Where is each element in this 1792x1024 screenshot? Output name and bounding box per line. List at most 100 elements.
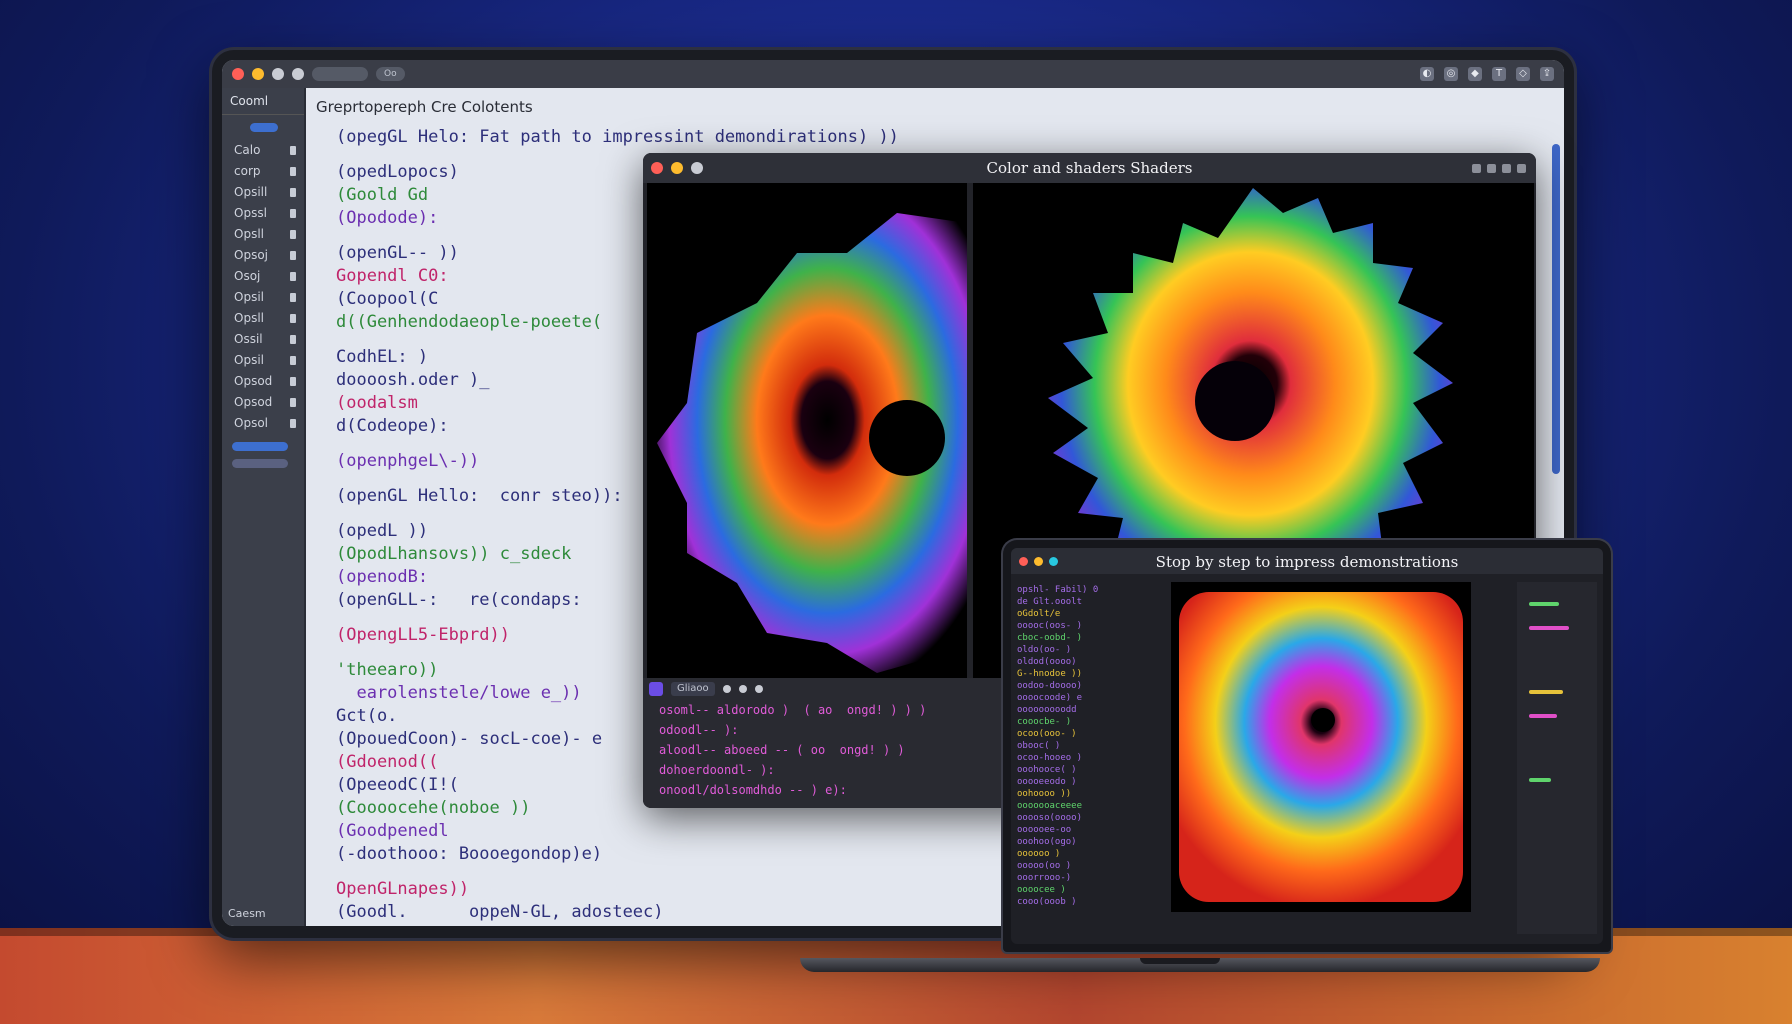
text-icon[interactable]: T (1492, 67, 1506, 81)
tab-chip-2[interactable]: Oo (376, 67, 405, 81)
laptop-code-line: oooocoode) e (1017, 693, 1083, 703)
sidebar-header: Cooml (222, 88, 304, 115)
fractal-hole-left (869, 400, 945, 476)
sidebar-item[interactable]: Opsol (222, 413, 304, 434)
terminal-tab[interactable]: Gliaoo (671, 682, 715, 696)
code-line: OpenGLnapes)) (336, 879, 470, 899)
tag-icon[interactable]: ◆ (1468, 67, 1482, 81)
laptop-code-line: ooohooce( ) (1017, 765, 1077, 775)
sidebar-item[interactable]: corp (222, 161, 304, 182)
shader-window-title: Color and shaders Shaders (986, 159, 1193, 177)
terminal-icon[interactable] (649, 682, 663, 696)
laptop-sidebar-line (1529, 626, 1569, 630)
file-sidebar: Cooml Calo corp Opsill Opssl Opsll Opsoj Osoj O… (222, 88, 306, 926)
sidebar-item[interactable]: Opsod (222, 371, 304, 392)
sidebar-item-marker (290, 167, 296, 176)
sidebar-search-pill[interactable] (250, 123, 278, 132)
editor-scrollbar[interactable] (1552, 144, 1560, 474)
shader-window-titlebar: Color and shaders Shaders (643, 153, 1536, 183)
sidebar-item[interactable]: Ossil (222, 329, 304, 350)
laptop: Stop by step to impress demonstrations o… (1003, 540, 1611, 952)
terminal-option-icon[interactable] (722, 685, 731, 693)
laptop-code-line: oooocee ) (1017, 885, 1066, 895)
laptop-code-line: oodoo-doooo) (1017, 681, 1083, 691)
laptop-code-line: ocoo(ooo- ) (1017, 729, 1077, 739)
maximize-icon[interactable] (272, 68, 284, 80)
close-icon[interactable] (232, 68, 244, 80)
sidebar-progress-pill[interactable] (232, 442, 288, 451)
sidebar-item-marker (290, 146, 296, 155)
laptop-code-line: ooohoo(ogo) (1017, 837, 1077, 847)
laptop-code-line: oldo(oo- ) (1017, 645, 1072, 655)
laptop-code-line: ooooso(oooo) (1017, 813, 1083, 823)
fractal-hole-right (1195, 361, 1275, 441)
sidebar-item[interactable]: Opsll (222, 224, 304, 245)
laptop-code[interactable]: opshl- Fabil) 0 de Glt.ooolt oGdolt/e ooooc… (1017, 584, 1167, 908)
sidebar-item-marker (290, 293, 296, 302)
laptop-sidebar-line (1529, 714, 1557, 718)
laptop-code-line: cooo(ooob ) (1017, 897, 1077, 907)
laptop-code-line: ooooooooodd (1017, 705, 1077, 715)
fractal-render-laptop (1179, 592, 1463, 902)
sidebar-item[interactable]: Osoj (222, 266, 304, 287)
laptop-notch (1140, 958, 1220, 964)
laptop-code-line: obooc( ) (1017, 741, 1061, 751)
laptop-code-line: ooooc(oos- ) (1017, 621, 1083, 631)
laptop-sidebar-line (1529, 778, 1551, 782)
share-icon[interactable]: ⇪ (1540, 67, 1554, 81)
code-line: (Goodpenedl (336, 821, 449, 841)
laptop-titlebar: Stop by step to impress demonstrations (1011, 548, 1603, 574)
sidebar-item-marker (290, 251, 296, 260)
sidebar-item[interactable]: Opsil (222, 287, 304, 308)
laptop-code-line: ooooooaceeee (1017, 801, 1083, 811)
window-titlebar: Oo ◐ ◎ ◆ T ◇ ⇪ (222, 60, 1564, 88)
laptop-code-line: oldod(oooo) (1017, 657, 1077, 667)
sidebar-scroll-pill[interactable] (232, 459, 288, 468)
laptop-code-line: oGdolt/e (1017, 609, 1061, 619)
sidebar-item[interactable]: Opsill (222, 182, 304, 203)
fractal-hole-laptop (1311, 708, 1335, 732)
sidebar-item[interactable]: Opssl (222, 203, 304, 224)
laptop-code-line: ooorrooo-) (1017, 873, 1072, 883)
sidebar-item[interactable]: Opsoj (222, 245, 304, 266)
sidebar-item[interactable]: Opsll (222, 308, 304, 329)
laptop-code-line: ooooeeodo ) (1017, 777, 1077, 787)
sidebar-item-marker (290, 230, 296, 239)
sidebar-item-marker (290, 209, 296, 218)
sidebar-item-marker (290, 356, 296, 365)
terminal-option-icon[interactable] (754, 685, 763, 693)
sidebar-item[interactable]: Calo (222, 140, 304, 161)
tab-icon[interactable] (292, 68, 304, 80)
sidebar-item-marker (290, 398, 296, 407)
laptop-code-line: opshl- Fabil) 0 (1017, 585, 1099, 595)
laptop-screen: Stop by step to impress demonstrations o… (1011, 548, 1603, 944)
editor-title: Greprtopereph Cre Colotents (316, 98, 533, 116)
fractal-render-left (657, 213, 967, 673)
laptop-sidebar-line (1529, 602, 1559, 606)
sidebar-item-marker (290, 419, 296, 428)
sidebar-item[interactable]: Opsod (222, 392, 304, 413)
shape-icon[interactable]: ◇ (1516, 67, 1530, 81)
laptop-code-line: oohoooo )) (1017, 789, 1072, 799)
code-line: (opegGL Helo: Fat path to impressint dem… (336, 127, 899, 147)
laptop-code-line: G--hnodoe )) (1017, 669, 1083, 679)
laptop-code-line: oooooee-oo (1017, 825, 1072, 835)
laptop-code-line: de Glt.ooolt (1017, 597, 1083, 607)
sidebar-item[interactable]: Opsil (222, 350, 304, 371)
shader-preview-left[interactable] (647, 183, 967, 678)
terminal-option-icon[interactable] (738, 685, 747, 693)
laptop-code-line: ooooo(oo ) (1017, 861, 1072, 871)
tab-chip-1[interactable] (312, 67, 368, 81)
sidebar-footer[interactable]: Caesm (228, 907, 266, 920)
minimize-icon[interactable] (252, 68, 264, 80)
laptop-code-line: cooocbe- ) (1017, 717, 1072, 727)
toolbar-right: ◐ ◎ ◆ T ◇ ⇪ (1420, 67, 1554, 81)
sidebar-item-marker (290, 335, 296, 344)
laptop-render[interactable] (1171, 582, 1471, 912)
target-icon[interactable]: ◎ (1444, 67, 1458, 81)
globe-icon[interactable]: ◐ (1420, 67, 1434, 81)
laptop-window-title: Stop by step to impress demonstrations (1155, 553, 1459, 571)
laptop-sidebar (1517, 582, 1597, 934)
laptop-code-line: cboc-oobd- ) (1017, 633, 1083, 643)
